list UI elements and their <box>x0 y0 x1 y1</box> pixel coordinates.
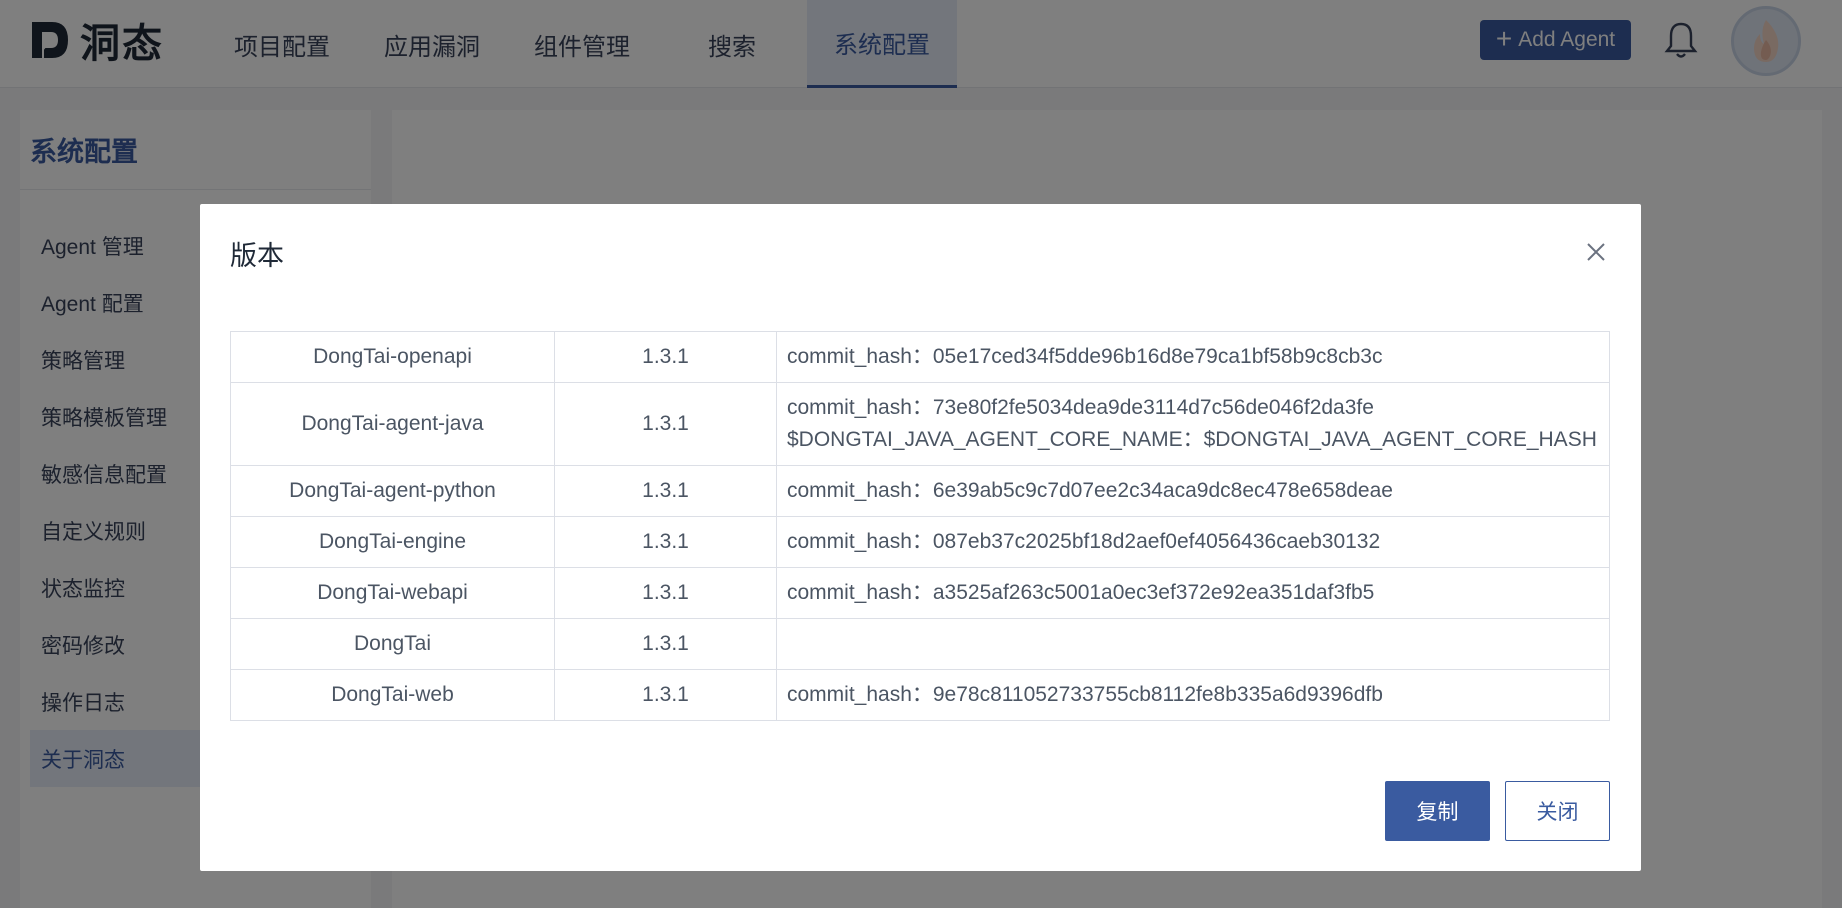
component-hash: commit_hash：087eb37c2025bf18d2aef0ef4056… <box>776 516 1610 568</box>
hash-line: commit_hash：6e39ab5c9c7d07ee2c34aca9dc8e… <box>787 479 1393 502</box>
component-hash: commit_hash：6e39ab5c9c7d07ee2c34aca9dc8e… <box>776 465 1610 517</box>
component-hash: commit_hash：73e80f2fe5034dea9de3114d7c56… <box>776 382 1610 466</box>
hash-line: commit_hash：05e17ced34f5dde96b16d8e79ca1… <box>787 345 1383 368</box>
table-row: DongTai-agent-python 1.3.1 commit_hash：6… <box>230 465 1610 517</box>
component-name: DongTai-agent-python <box>230 465 555 517</box>
component-hash: commit_hash：a3525af263c5001a0ec3ef372e92… <box>776 567 1610 619</box>
version-table: DongTai-openapi 1.3.1 commit_hash：05e17c… <box>230 331 1610 721</box>
component-hash: commit_hash：9e78c811052733755cb8112fe8b3… <box>776 669 1610 721</box>
component-version: 1.3.1 <box>554 567 777 619</box>
component-version: 1.3.1 <box>554 669 777 721</box>
component-hash <box>776 618 1610 670</box>
close-button[interactable]: 关闭 <box>1505 781 1610 841</box>
component-name: DongTai-openapi <box>230 331 555 383</box>
hash-line: commit_hash：9e78c811052733755cb8112fe8b3… <box>787 683 1383 706</box>
table-row: DongTai-webapi 1.3.1 commit_hash：a3525af… <box>230 567 1610 619</box>
component-name: DongTai <box>230 618 555 670</box>
component-version: 1.3.1 <box>554 382 777 466</box>
copy-button[interactable]: 复制 <box>1385 781 1490 841</box>
component-name: DongTai-engine <box>230 516 555 568</box>
table-row: DongTai-web 1.3.1 commit_hash：9e78c81105… <box>230 669 1610 721</box>
hash-line: $DONGTAI_JAVA_AGENT_CORE_NAME：$DONGTAI_J… <box>787 428 1597 451</box>
modal-title: 版本 <box>230 241 284 271</box>
component-version: 1.3.1 <box>554 465 777 517</box>
component-version: 1.3.1 <box>554 516 777 568</box>
component-hash: commit_hash：05e17ced34f5dde96b16d8e79ca1… <box>776 331 1610 383</box>
hash-line: commit_hash：73e80f2fe5034dea9de3114d7c56… <box>787 396 1374 419</box>
component-version: 1.3.1 <box>554 618 777 670</box>
app-page: 洞态 项目配置 应用漏洞 组件管理 搜索 系统配置 + Add Agent 系统… <box>0 0 1842 908</box>
close-icon[interactable] <box>1584 240 1608 264</box>
table-row: DongTai 1.3.1 <box>230 618 1610 670</box>
component-version: 1.3.1 <box>554 331 777 383</box>
table-row: DongTai-openapi 1.3.1 commit_hash：05e17c… <box>230 331 1610 383</box>
table-row: DongTai-engine 1.3.1 commit_hash：087eb37… <box>230 516 1610 568</box>
component-name: DongTai-webapi <box>230 567 555 619</box>
table-row: DongTai-agent-java 1.3.1 commit_hash：73e… <box>230 382 1610 466</box>
version-modal: 版本 DongTai-openapi 1.3.1 commit_hash：05e… <box>200 204 1641 871</box>
component-name: DongTai-web <box>230 669 555 721</box>
hash-line: commit_hash：a3525af263c5001a0ec3ef372e92… <box>787 581 1375 604</box>
component-name: DongTai-agent-java <box>230 382 555 466</box>
hash-line: commit_hash：087eb37c2025bf18d2aef0ef4056… <box>787 530 1381 553</box>
